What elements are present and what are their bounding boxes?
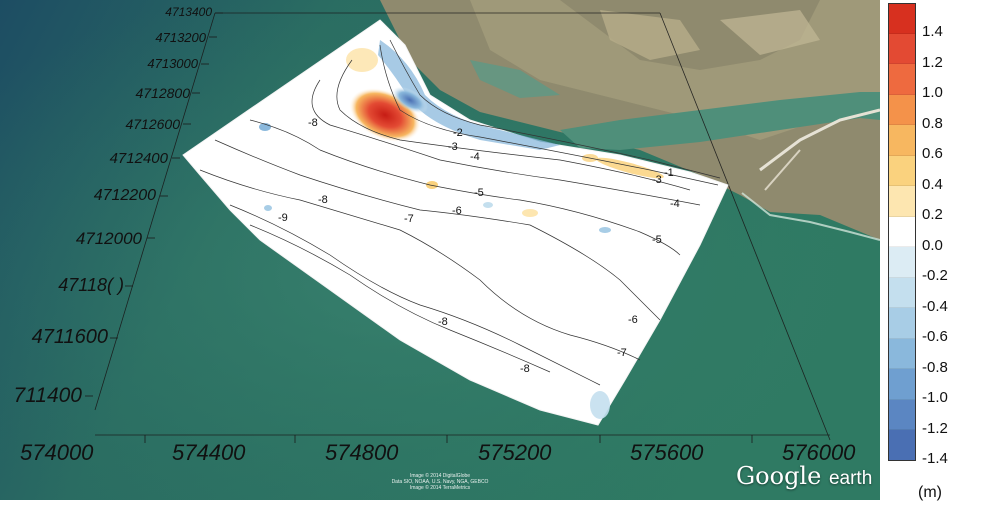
y-axis-label: 4713000: [147, 56, 198, 71]
legend-label: 0.8: [922, 114, 943, 132]
contour-label: -3: [652, 174, 662, 186]
y-axis-label: 4712400: [109, 150, 168, 167]
legend-label: -0.8: [922, 358, 948, 376]
y-axis-label: 4712600: [125, 116, 180, 132]
contour-label: -4: [470, 151, 480, 163]
color-bar-frame: [888, 3, 916, 461]
contour-label: -5: [474, 187, 484, 199]
x-axis-label: 574000: [20, 440, 94, 465]
y-axis-label: 711400: [13, 384, 82, 407]
y-axis-label: 4711600: [31, 326, 108, 348]
legend-label: -1.0: [922, 389, 948, 406]
color-scale-legend: 1.4 1.2 1.0 0.8 0.6 0.4 0.2 0.0 -0.2 -0.4 -0.6 -0.8…: [884, 0, 983, 523]
legend-label: -0.4: [922, 297, 948, 315]
legend-label: 1.0: [922, 84, 943, 101]
contour-label: -8: [520, 363, 530, 375]
legend-label: 0.0: [922, 236, 943, 254]
y-axis-label: 4713400: [165, 5, 212, 19]
legend-label: 0.6: [922, 145, 943, 162]
y-axis-label: 4712200: [93, 187, 156, 204]
x-axis-label: 575200: [478, 440, 552, 465]
satellite-map: -1 -2 -3 -3 -4 -4 -5 -5 -6 -6 -7 -7 -8 -…: [0, 0, 880, 500]
legend-label: 0.2: [922, 206, 943, 223]
google-earth-logo: Google earth: [736, 462, 873, 490]
contour-label: -2: [453, 127, 463, 139]
contour-label: -6: [628, 314, 638, 326]
contour-label: -5: [652, 234, 662, 246]
contour-label: -7: [404, 213, 414, 225]
x-axis-label: 574400: [172, 440, 246, 465]
contour-label: -1: [664, 167, 674, 179]
legend-label: -0.2: [922, 267, 948, 284]
y-axis-label: 4712000: [75, 229, 142, 248]
x-axis-label: 575600: [630, 440, 704, 465]
legend-label: -1.4: [922, 450, 948, 467]
contour-label: -3: [448, 141, 458, 153]
legend-label: 1.4: [922, 23, 943, 40]
contour-label: -9: [278, 212, 288, 224]
legend-label: -0.6: [922, 328, 948, 345]
contour-label: -8: [318, 194, 328, 206]
legend-label: 0.4: [922, 175, 943, 193]
imagery-attribution: Image © 2014 DigitalGlobe Data SIO, NOAA…: [391, 473, 489, 491]
y-axis-label: 4712800: [135, 85, 190, 101]
contour-label: -7: [617, 347, 627, 359]
legend-label: 1.2: [922, 53, 943, 71]
x-axis-label: 574800: [325, 440, 399, 465]
map-view[interactable]: -1 -2 -3 -3 -4 -4 -5 -5 -6 -6 -7 -7 -8 -…: [0, 0, 880, 500]
contour-label: -8: [308, 117, 318, 129]
contour-label: -6: [452, 205, 462, 217]
legend-unit: (m): [918, 484, 942, 501]
contour-label: -8: [438, 316, 448, 328]
y-axis-label: 47118( ): [58, 275, 124, 295]
y-axis-label: 4713200: [155, 30, 206, 45]
contour-label: -4: [670, 198, 680, 210]
legend-label: -1.2: [922, 419, 948, 437]
